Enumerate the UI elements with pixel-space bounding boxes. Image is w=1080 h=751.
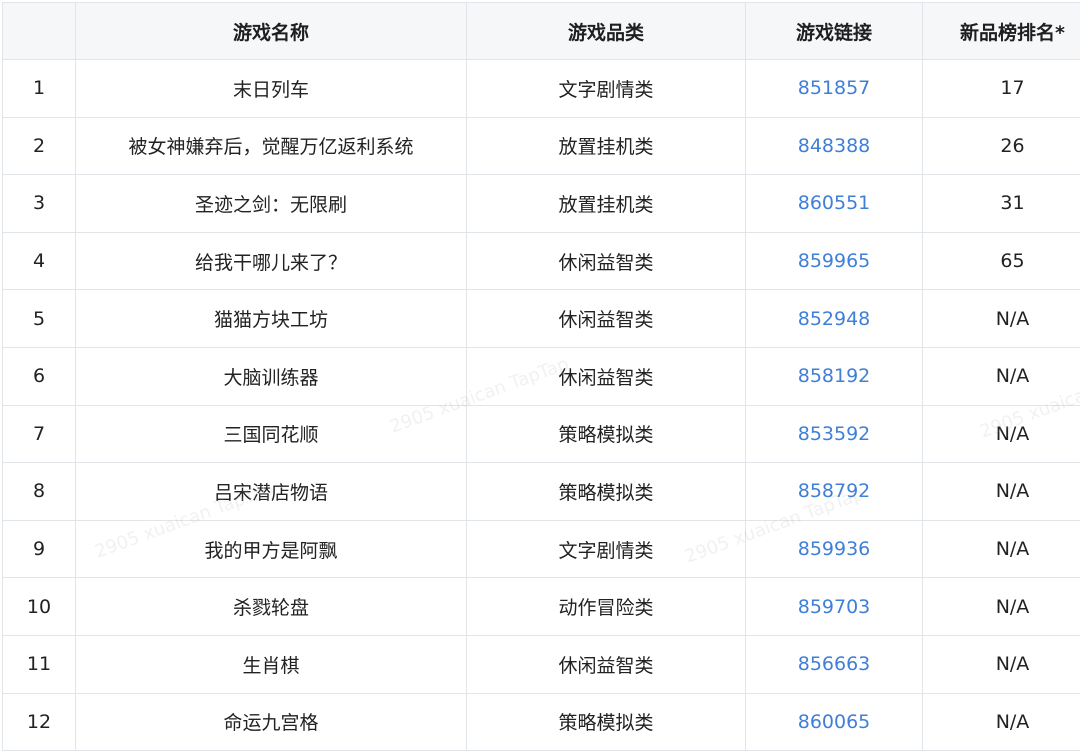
- game-link[interactable]: 848388: [798, 135, 871, 157]
- new-ranking-cell: N/A: [922, 404, 1080, 464]
- row-index: 3: [2, 174, 76, 233]
- row-index: 12: [2, 692, 76, 751]
- game-link-cell: 859703: [745, 577, 923, 636]
- game-link[interactable]: 853592: [798, 423, 871, 445]
- game-link[interactable]: 851857: [798, 77, 871, 99]
- row-index: 10: [2, 577, 76, 636]
- header-row: 游戏名称 游戏品类 游戏链接 新品榜排名*: [2, 2, 1080, 60]
- game-name-cell: 末日列车: [75, 59, 467, 118]
- header-game-name: 游戏名称: [75, 2, 467, 60]
- game-name-cell: 生肖棋: [75, 634, 467, 694]
- table-row: 7 三国同花顺 策略模拟类 853592 N/A: [2, 404, 1080, 464]
- table-row: 12 命运九宫格 策略模拟类 860065 N/A: [2, 692, 1080, 751]
- header-index: [2, 2, 76, 60]
- header-game-link: 游戏链接: [745, 2, 923, 60]
- row-index: 11: [2, 634, 76, 694]
- table-row: 10 杀戮轮盘 动作冒险类 859703 N/A: [2, 577, 1080, 636]
- new-ranking-cell: N/A: [922, 634, 1080, 694]
- game-category-cell: 动作冒险类: [466, 577, 746, 636]
- row-index: 9: [2, 519, 76, 579]
- game-name-cell: 给我干哪儿来了？: [75, 231, 467, 291]
- game-link[interactable]: 859965: [798, 250, 871, 272]
- game-name-cell: 猫猫方块工坊: [75, 289, 467, 348]
- table-header: 游戏名称 游戏品类 游戏链接 新品榜排名*: [2, 2, 1080, 60]
- table-row: 2 被女神嫌弃后，觉醒万亿返利系统 放置挂机类 848388 26: [2, 116, 1080, 176]
- game-link-cell: 859965: [745, 231, 923, 291]
- table-row: 3 圣迹之剑：无限刷 放置挂机类 860551 31: [2, 174, 1080, 233]
- game-link-cell: 848388: [745, 116, 923, 176]
- game-category-cell: 策略模拟类: [466, 692, 746, 751]
- new-ranking-cell: 26: [922, 116, 1080, 176]
- header-new-ranking: 新品榜排名*: [922, 2, 1080, 60]
- game-name-cell: 三国同花顺: [75, 404, 467, 464]
- game-link[interactable]: 860065: [798, 711, 871, 733]
- game-name-cell: 被女神嫌弃后，觉醒万亿返利系统: [75, 116, 467, 176]
- new-ranking-cell: N/A: [922, 577, 1080, 636]
- game-category-cell: 策略模拟类: [466, 404, 746, 464]
- game-link-cell: 851857: [745, 59, 923, 118]
- header-game-category: 游戏品类: [466, 2, 746, 60]
- game-link[interactable]: 859936: [798, 538, 871, 560]
- new-ranking-cell: N/A: [922, 519, 1080, 579]
- game-link-cell: 860551: [745, 174, 923, 233]
- game-name-cell: 大脑训练器: [75, 346, 467, 406]
- game-link-cell: 860065: [745, 692, 923, 751]
- game-category-cell: 策略模拟类: [466, 462, 746, 521]
- game-link[interactable]: 860551: [798, 192, 871, 214]
- table-body: 1 末日列车 文字剧情类 851857 17 2 被女神嫌弃后，觉醒万亿返利系统 放置挂机类 8…: [2, 59, 1080, 751]
- table-row: 5 猫猫方块工坊 休闲益智类 852948 N/A: [2, 289, 1080, 348]
- new-ranking-cell: 31: [922, 174, 1080, 233]
- game-link-cell: 858192: [745, 346, 923, 406]
- game-link-cell: 856663: [745, 634, 923, 694]
- game-category-cell: 文字剧情类: [466, 519, 746, 579]
- game-name-cell: 杀戮轮盘: [75, 577, 467, 636]
- game-name-cell: 命运九宫格: [75, 692, 467, 751]
- game-link-cell: 852948: [745, 289, 923, 348]
- row-index: 4: [2, 231, 76, 291]
- table-row: 11 生肖棋 休闲益智类 856663 N/A: [2, 634, 1080, 694]
- game-category-cell: 放置挂机类: [466, 174, 746, 233]
- row-index: 6: [2, 346, 76, 406]
- game-link[interactable]: 858192: [798, 365, 871, 387]
- new-ranking-cell: 17: [922, 59, 1080, 118]
- table-row: 1 末日列车 文字剧情类 851857 17: [2, 59, 1080, 118]
- new-ranking-cell: N/A: [922, 346, 1080, 406]
- table-row: 6 大脑训练器 休闲益智类 858192 N/A: [2, 346, 1080, 406]
- table-row: 9 我的甲方是阿飘 文字剧情类 859936 N/A: [2, 519, 1080, 579]
- game-link[interactable]: 852948: [798, 308, 871, 330]
- game-link[interactable]: 856663: [798, 653, 871, 675]
- game-name-cell: 我的甲方是阿飘: [75, 519, 467, 579]
- game-category-cell: 休闲益智类: [466, 231, 746, 291]
- game-link[interactable]: 859703: [798, 596, 871, 618]
- table-row: 8 吕宋潜店物语 策略模拟类 858792 N/A: [2, 462, 1080, 521]
- new-ranking-cell: N/A: [922, 462, 1080, 521]
- new-ranking-cell: 65: [922, 231, 1080, 291]
- games-table: 游戏名称 游戏品类 游戏链接 新品榜排名* 1 末日列车 文字剧情类 851857 17…: [2, 2, 1080, 751]
- row-index: 2: [2, 116, 76, 176]
- game-name-cell: 圣迹之剑：无限刷: [75, 174, 467, 233]
- game-category-cell: 休闲益智类: [466, 346, 746, 406]
- game-category-cell: 休闲益智类: [466, 289, 746, 348]
- game-link[interactable]: 858792: [798, 480, 871, 502]
- game-category-cell: 文字剧情类: [466, 59, 746, 118]
- game-category-cell: 休闲益智类: [466, 634, 746, 694]
- row-index: 1: [2, 59, 76, 118]
- row-index: 7: [2, 404, 76, 464]
- new-ranking-cell: N/A: [922, 692, 1080, 751]
- game-name-cell: 吕宋潜店物语: [75, 462, 467, 521]
- row-index: 5: [2, 289, 76, 348]
- row-index: 8: [2, 462, 76, 521]
- new-ranking-cell: N/A: [922, 289, 1080, 348]
- game-link-cell: 859936: [745, 519, 923, 579]
- game-link-cell: 858792: [745, 462, 923, 521]
- game-link-cell: 853592: [745, 404, 923, 464]
- game-category-cell: 放置挂机类: [466, 116, 746, 176]
- table-row: 4 给我干哪儿来了？ 休闲益智类 859965 65: [2, 231, 1080, 291]
